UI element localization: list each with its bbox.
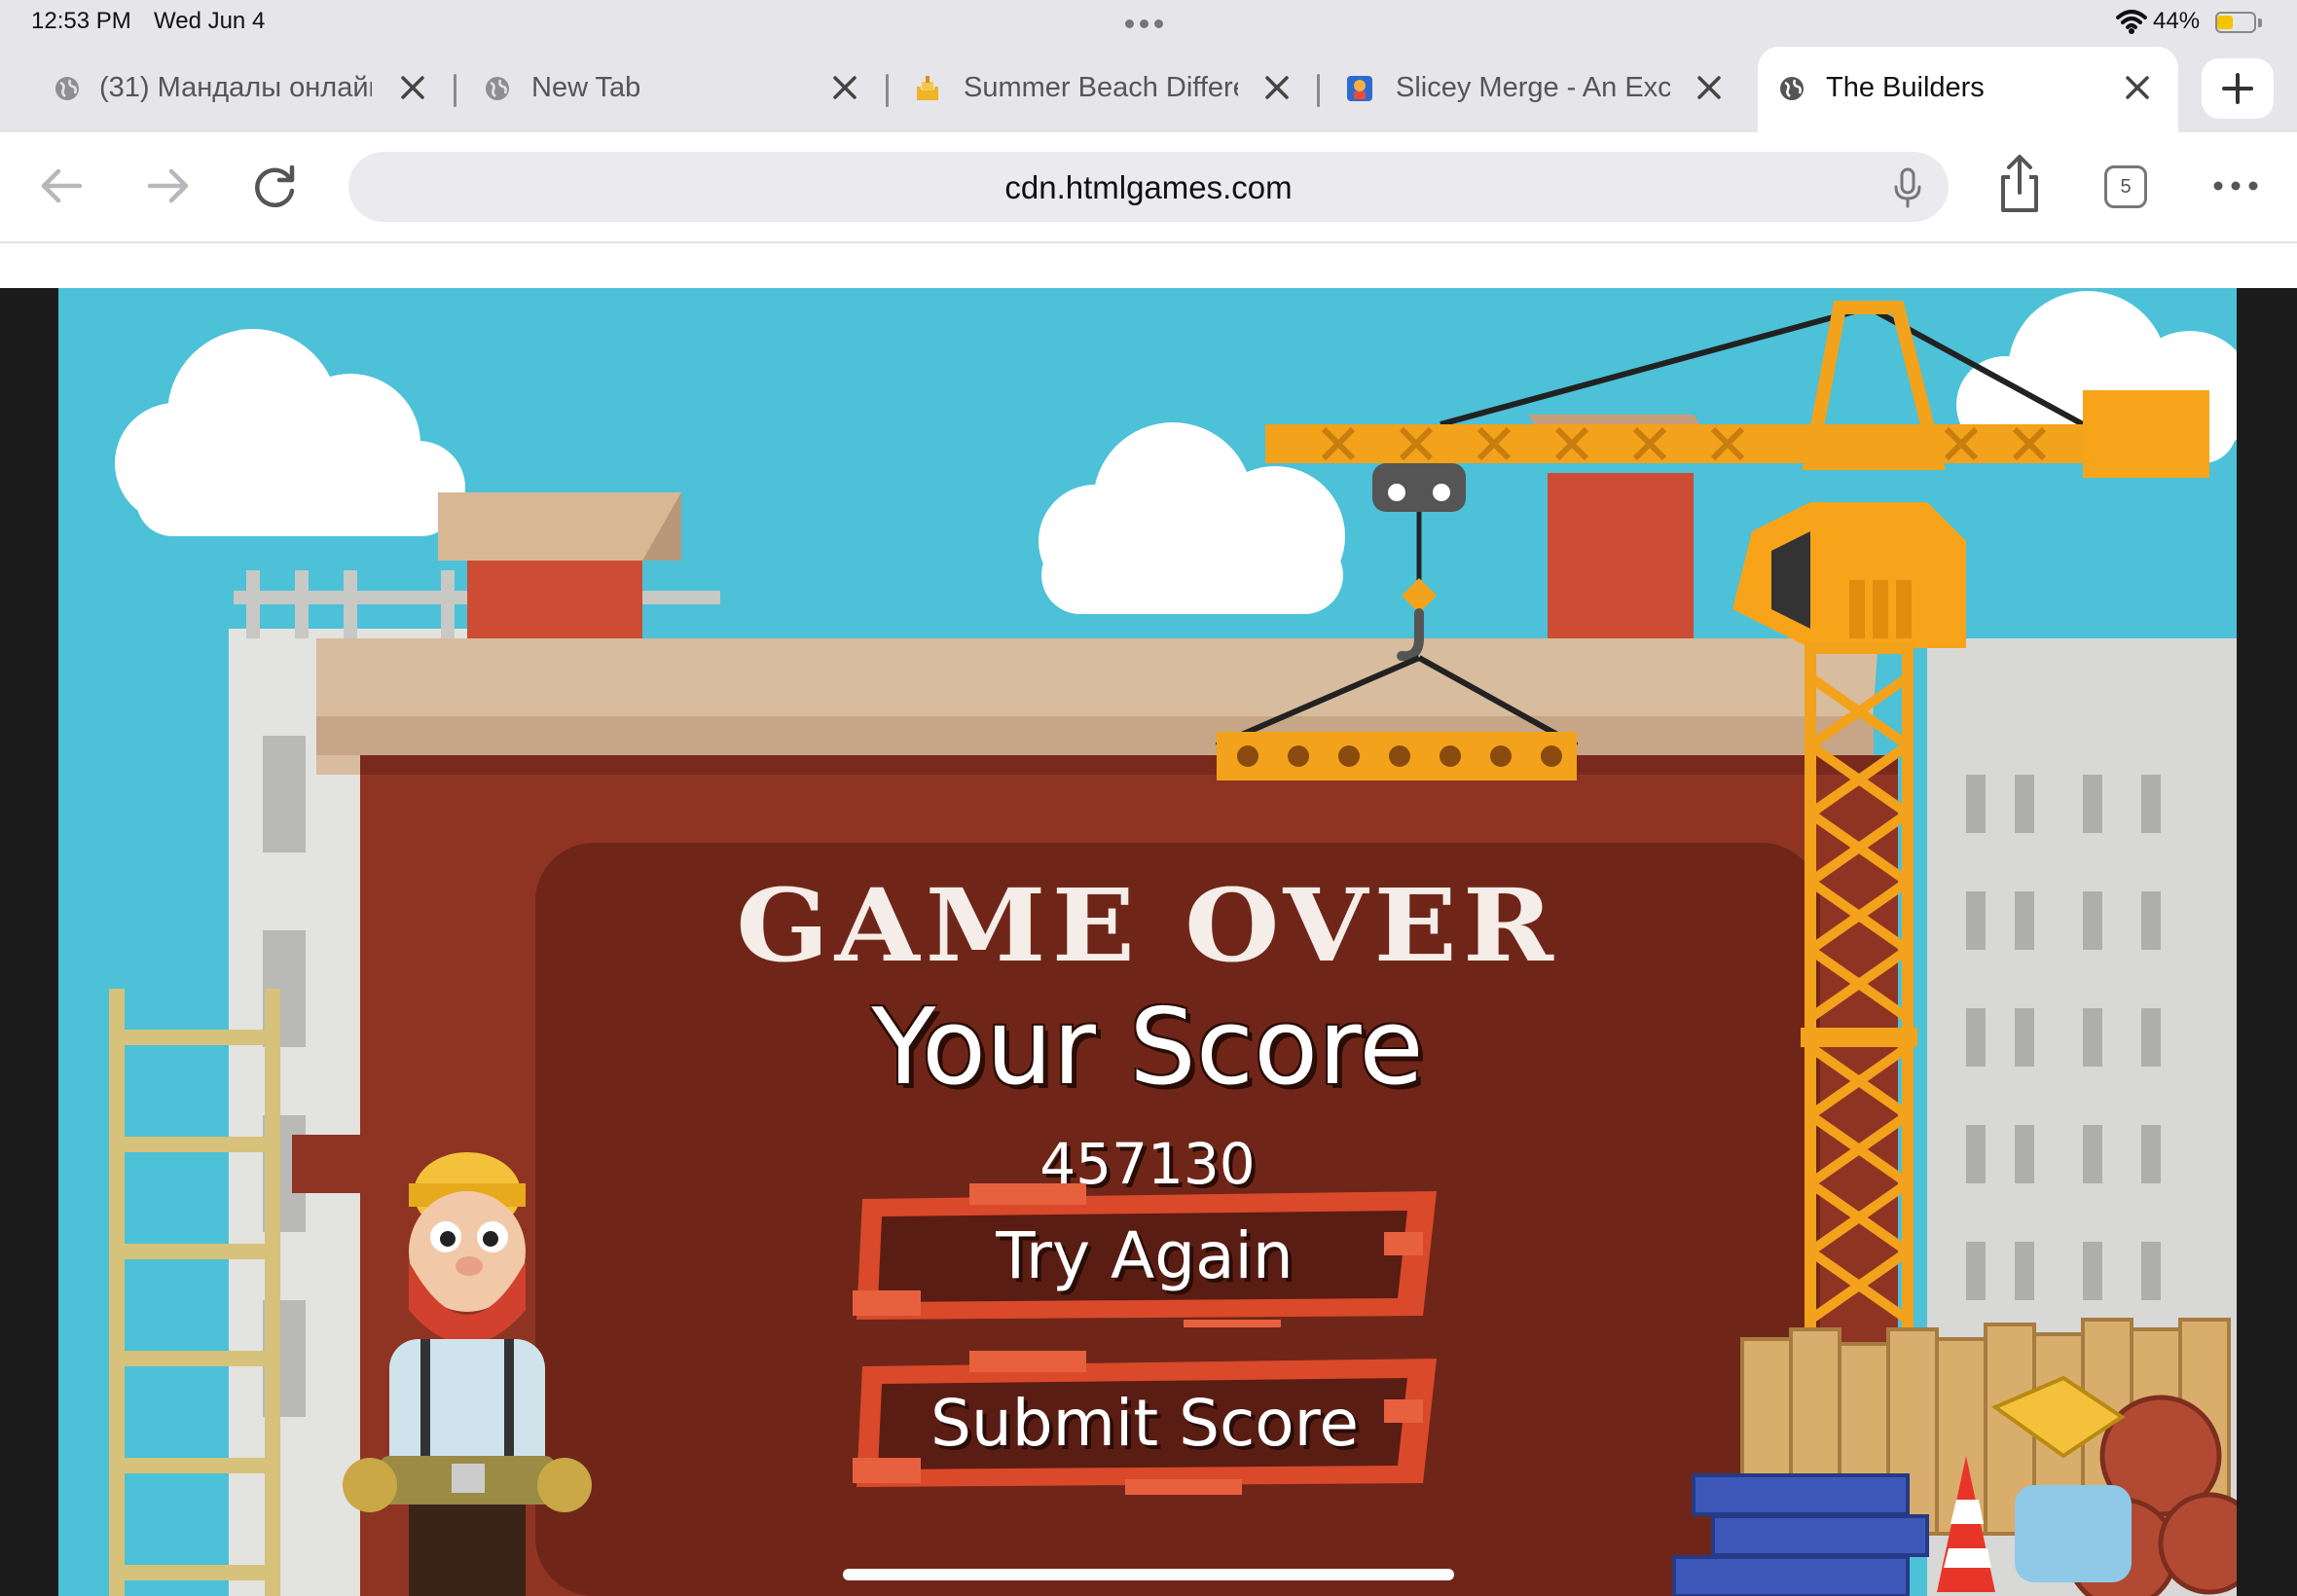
close-icon[interactable]: [1261, 72, 1293, 103]
globe-icon: [55, 77, 79, 100]
tab-title: The Builders: [1826, 72, 1985, 103]
new-tab-button[interactable]: [2202, 58, 2274, 119]
home-indicator[interactable]: [843, 1569, 1454, 1580]
globe-icon: [486, 77, 509, 100]
globe-icon: [1780, 77, 1804, 100]
try-again-label: Try Again: [996, 1218, 1294, 1293]
tab-title: Slicey Merge - An Exciting: [1396, 72, 1670, 103]
microphone-icon[interactable]: [1892, 167, 1923, 208]
close-icon[interactable]: [2122, 72, 2153, 103]
tab-summer-beach[interactable]: Summer Beach Differences: [895, 47, 1304, 132]
battery-level: [2217, 16, 2233, 29]
tab-title: (31) Мандалы онлайн: [99, 72, 372, 103]
tab-slicey-merge[interactable]: Slicey Merge - An Exciting: [1328, 47, 1736, 132]
battery-percent: 44%: [2153, 8, 2201, 34]
try-again-button[interactable]: Try Again: [853, 1183, 1437, 1327]
back-arrow-icon[interactable]: [35, 160, 88, 212]
tab-separator: [1317, 74, 1320, 107]
tab-new-tab[interactable]: New Tab: [465, 47, 874, 132]
game-over-title: GAME OVER: [736, 867, 1559, 985]
close-icon[interactable]: [829, 72, 860, 103]
share-icon[interactable]: [1993, 154, 2046, 214]
score-label: Your Score: [871, 987, 1424, 1108]
reload-icon[interactable]: [249, 160, 302, 212]
more-icon[interactable]: [2209, 160, 2262, 212]
url-text: cdn.htmlgames.com: [1004, 169, 1293, 205]
status-date: Wed Jun 4: [154, 8, 266, 34]
submit-score-button[interactable]: Submit Score: [853, 1351, 1437, 1495]
cloud: [115, 329, 465, 536]
tab-title: Summer Beach Differences: [964, 72, 1238, 103]
close-icon[interactable]: [1694, 72, 1725, 103]
game-thumbnail-icon: [1347, 76, 1372, 101]
status-bar: 12:53 PM Wed Jun 4 44%: [0, 0, 2297, 47]
wifi-icon: [2116, 10, 2147, 34]
submit-score-label: Submit Score: [930, 1386, 1359, 1461]
address-bar[interactable]: cdn.htmlgames.com: [348, 152, 1949, 222]
close-icon[interactable]: [397, 72, 428, 103]
tab-title: New Tab: [531, 72, 641, 103]
tab-mandaly[interactable]: (31) Мандалы онлайн: [35, 47, 444, 132]
tabs-overview-button[interactable]: 5: [2104, 165, 2147, 208]
multitasking-dots-icon[interactable]: [1125, 16, 1172, 28]
sandcastle-icon: [917, 76, 938, 100]
battery-nub: [2258, 18, 2262, 27]
plus-icon: [2222, 73, 2253, 104]
forward-arrow-icon[interactable]: [142, 160, 195, 212]
tab-separator: [886, 74, 889, 107]
building-materials: [1672, 1318, 2237, 1596]
tab-separator: [454, 74, 456, 107]
tab-the-builders[interactable]: The Builders: [1758, 47, 2178, 132]
status-time: 12:53 PM: [31, 8, 131, 34]
game-canvas[interactable]: GAME OVER Your Score 457130 Try Again Su…: [58, 288, 2237, 1596]
tab-strip: (31) Мандалы онлайн New Tab Summer Beach…: [0, 47, 2297, 132]
browser-toolbar: cdn.htmlgames.com 5: [0, 132, 2297, 243]
